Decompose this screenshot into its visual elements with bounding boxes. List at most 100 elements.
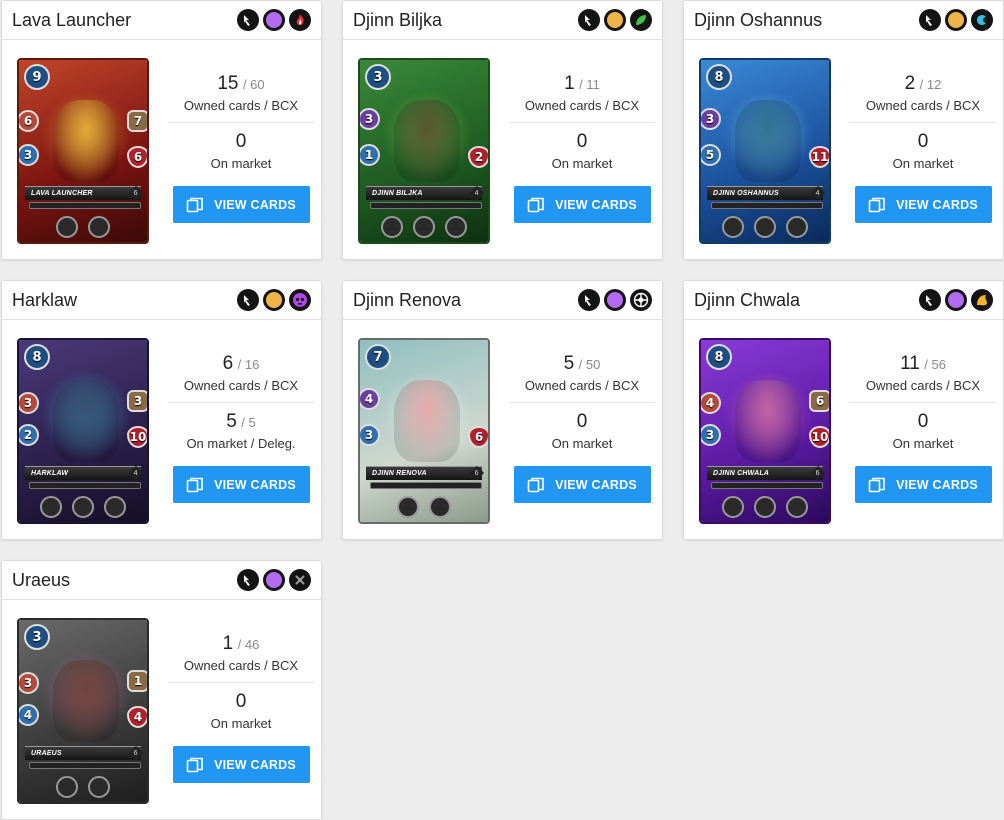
market-caption: On market xyxy=(210,156,272,171)
market-caption: On market / Deleg. xyxy=(186,436,296,451)
mana-cost: 7 xyxy=(365,344,391,370)
monster-type-icon xyxy=(237,9,259,31)
attack-stat: 3 xyxy=(19,672,39,694)
card-art-figure xyxy=(394,380,460,462)
view-cards-label: VIEW CARDS xyxy=(555,477,637,492)
view-cards-button[interactable]: VIEW CARDS xyxy=(172,186,310,223)
xp-bar xyxy=(370,482,482,489)
card-abilities xyxy=(19,496,147,518)
owned-caption: Owned cards / BCX xyxy=(865,98,981,113)
view-cards-button[interactable]: VIEW CARDS xyxy=(854,466,992,503)
card-panel-body: 8 4 3 6 10 DJINN CHWALA 6 11 / 56 Owned … xyxy=(684,320,1003,540)
card-stats: 1 / 46 Owned cards / BCX 0 On market VIE… xyxy=(168,600,314,783)
view-cards-label: VIEW CARDS xyxy=(896,477,978,492)
speed-stat: 4 xyxy=(19,704,39,726)
ability-icon xyxy=(445,216,467,238)
xp-bar xyxy=(29,762,141,769)
card-panel-header: Djinn Renova xyxy=(343,281,662,320)
speed-stat: 2 xyxy=(19,424,39,446)
market-caption: On market xyxy=(210,716,272,731)
speed-stat: 3 xyxy=(360,424,380,446)
ability-icon xyxy=(413,216,435,238)
card-label: DJINN RENOVA xyxy=(366,466,482,480)
card-panel-header: Uraeus xyxy=(2,561,321,600)
view-cards-button[interactable]: VIEW CARDS xyxy=(513,186,651,223)
armor-stat: 6 xyxy=(809,390,829,412)
market-count: 0 xyxy=(168,131,314,153)
card-abilities xyxy=(19,776,147,798)
owned-total: / 11 xyxy=(579,77,600,92)
market-count: 0 xyxy=(168,691,314,713)
cards-icon xyxy=(186,477,203,492)
card-image[interactable]: 9 6 3 7 6 LAVA LAUNCHER 6 xyxy=(17,58,149,244)
view-cards-label: VIEW CARDS xyxy=(214,197,296,212)
armor-stat: 7 xyxy=(127,110,147,132)
card-badges xyxy=(237,9,311,31)
speed-stat: 5 xyxy=(701,144,721,166)
ability-icon xyxy=(397,496,419,518)
card-label: DJINN OSHANNUS xyxy=(707,186,823,200)
card-name: Harklaw xyxy=(12,289,78,310)
view-cards-button[interactable]: VIEW CARDS xyxy=(172,466,310,503)
card-name: Djinn Renova xyxy=(353,289,462,310)
card-grid: Lava Launcher 9 6 3 7 6 LAVA LAUNCHER 6 xyxy=(0,0,1004,820)
card-panel-header: Djinn Chwala xyxy=(684,281,1003,320)
owned-total: / 56 xyxy=(924,357,946,372)
card-name: Djinn Biljka xyxy=(353,9,443,30)
fire-element-icon xyxy=(289,9,311,31)
market-total: / 5 xyxy=(241,415,256,430)
card-art-figure xyxy=(735,380,801,462)
card-art-figure xyxy=(394,100,460,182)
card-panel-harklaw: Harklaw 8 3 2 3 10 HARKLAW 4 6 / 16 Owne… xyxy=(1,280,322,540)
owned-value: 6 xyxy=(222,353,234,374)
card-abilities xyxy=(360,496,488,518)
view-cards-label: VIEW CARDS xyxy=(214,757,296,772)
gold-rarity-icon xyxy=(604,9,626,31)
market-value: 0 xyxy=(576,411,588,432)
card-image[interactable]: 3 3 4 1 4 URAEUS 6 xyxy=(17,618,149,804)
ability-icon xyxy=(754,496,776,518)
card-panel-djinn-renova: Djinn Renova 7 4 3 6 DJINN RENOVA 6 5 / … xyxy=(342,280,663,540)
attack-stat: 3 xyxy=(701,108,721,130)
view-cards-button[interactable]: VIEW CARDS xyxy=(513,466,651,503)
card-panel-djinn-biljka: Djinn Biljka 3 3 1 2 DJINN BILJKA 4 1 / … xyxy=(342,0,663,260)
card-image[interactable]: 3 3 1 2 DJINN BILJKA 4 xyxy=(358,58,490,244)
card-panel-body: 3 3 4 1 4 URAEUS 6 1 / 46 Owned cards / … xyxy=(2,600,321,820)
ability-icon xyxy=(104,496,126,518)
card-image[interactable]: 8 3 2 3 10 HARKLAW 4 xyxy=(17,338,149,524)
market-caption: On market xyxy=(551,156,613,171)
divider xyxy=(850,402,996,403)
view-cards-button[interactable]: VIEW CARDS xyxy=(172,746,310,783)
card-image[interactable]: 7 4 3 6 DJINN RENOVA 6 xyxy=(358,338,490,524)
card-level-value: 6 xyxy=(134,189,138,197)
owned-value: 2 xyxy=(904,73,916,94)
card-label: DJINN BILJKA xyxy=(366,186,482,200)
card-image[interactable]: 8 4 3 6 10 DJINN CHWALA 6 xyxy=(699,338,831,524)
monster-type-icon xyxy=(919,9,941,31)
view-cards-label: VIEW CARDS xyxy=(214,477,296,492)
cards-icon xyxy=(186,197,203,212)
card-stats: 1 / 11 Owned cards / BCX 0 On market VIE… xyxy=(509,40,655,223)
owned-count: 1 / 11 xyxy=(509,73,655,95)
card-panel-header: Djinn Biljka xyxy=(343,1,662,40)
view-cards-label: VIEW CARDS xyxy=(555,197,637,212)
cards-icon xyxy=(527,197,544,212)
card-panel-header: Djinn Oshannus xyxy=(684,1,1003,40)
card-stats: 2 / 12 Owned cards / BCX 0 On market VIE… xyxy=(850,40,996,223)
card-abilities xyxy=(701,496,829,518)
view-cards-button[interactable]: VIEW CARDS xyxy=(854,186,992,223)
card-panel-uraeus: Uraeus 3 3 4 1 4 URAEUS 6 1 / 46 Owned c… xyxy=(1,560,322,820)
card-label: DJINN CHWALA xyxy=(707,466,823,480)
purple-rarity-icon xyxy=(945,289,967,311)
market-count: 0 xyxy=(509,411,655,433)
cards-icon xyxy=(186,757,203,772)
market-caption: On market xyxy=(892,156,954,171)
card-image[interactable]: 8 3 5 11 DJINN OSHANNUS 4 xyxy=(699,58,831,244)
ability-icon xyxy=(429,496,451,518)
owned-count: 2 / 12 xyxy=(850,73,996,95)
card-name: Djinn Chwala xyxy=(694,289,801,310)
owned-count: 5 / 50 xyxy=(509,353,655,375)
card-label: LAVA LAUNCHER xyxy=(25,186,141,200)
ability-icon xyxy=(786,496,808,518)
ability-icon xyxy=(56,776,78,798)
